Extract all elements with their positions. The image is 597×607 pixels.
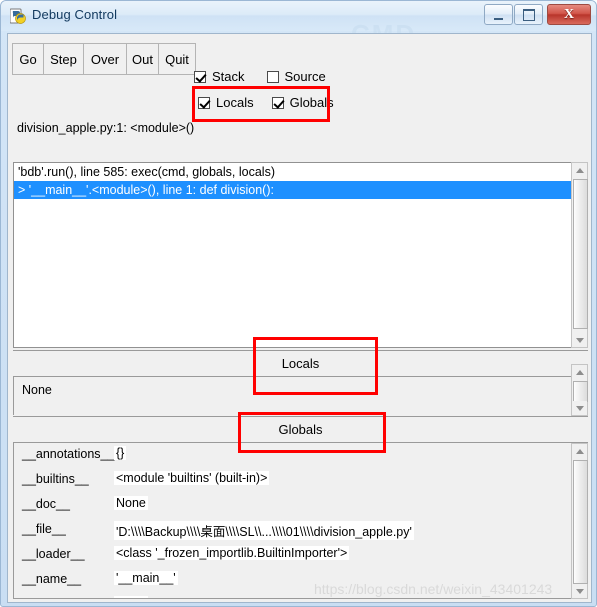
- table-row: __name__ '__main__': [14, 568, 587, 593]
- globals-name: __package__: [22, 597, 97, 598]
- globals-value: None: [114, 496, 148, 510]
- globals-value: {}: [114, 446, 127, 460]
- scroll-up-icon[interactable]: [572, 444, 587, 458]
- view-options-row-1: Stack Source: [194, 69, 340, 84]
- scrollbar-thumb[interactable]: [573, 179, 588, 329]
- globals-value: 'D:\\\\Backup\\\\桌面\\\\SL\\...\\\\01\\\\…: [114, 521, 414, 540]
- locals-value: None: [22, 383, 52, 397]
- scroll-up-icon[interactable]: [572, 365, 587, 379]
- table-row: __builtins__ <module 'builtins' (built-i…: [14, 468, 587, 493]
- step-button[interactable]: Step: [43, 43, 84, 75]
- stack-list-item-selected[interactable]: > '__main__'.<module>(), line 1: def div…: [14, 181, 587, 199]
- python-debug-icon: [9, 8, 27, 25]
- globals-name: __file__: [22, 522, 66, 536]
- quit-button[interactable]: Quit: [158, 43, 196, 75]
- maximize-button[interactable]: [514, 4, 543, 25]
- globals-pane: __annotations__ {} __builtins__ <module …: [13, 443, 588, 599]
- globals-name: __builtins__: [22, 472, 89, 486]
- current-frame-label: division_apple.py:1: <module>(): [17, 121, 195, 135]
- close-icon: X: [563, 6, 575, 22]
- title-bar: Debug Control CMD X: [1, 1, 596, 49]
- view-options-row-2: Locals Globals: [198, 95, 348, 110]
- checkbox-source-label: Source: [284, 69, 326, 84]
- debug-command-bar: Go Step Over Out Quit: [12, 43, 196, 75]
- checkbox-source-box[interactable]: [266, 70, 279, 83]
- checkbox-stack[interactable]: Stack: [194, 69, 245, 84]
- close-button[interactable]: X: [547, 4, 591, 25]
- scroll-down-icon[interactable]: [572, 401, 587, 415]
- table-row: __loader__ <class '_frozen_importlib.Bui…: [14, 543, 587, 568]
- globals-name: __name__: [22, 572, 82, 586]
- checkbox-globals-label: Globals: [289, 95, 334, 110]
- scroll-up-icon[interactable]: [572, 163, 587, 177]
- table-row: __doc__ None: [14, 493, 587, 518]
- checkbox-stack-label: Stack: [212, 69, 245, 84]
- globals-name: __annotations__: [22, 447, 115, 461]
- globals-value: <class '_frozen_importlib.BuiltinImporte…: [114, 546, 350, 560]
- checkbox-locals-label: Locals: [216, 95, 254, 110]
- checkbox-stack-box[interactable]: [194, 70, 206, 83]
- globals-scrollbar[interactable]: [571, 443, 588, 599]
- locals-pane: None: [13, 377, 588, 415]
- scroll-down-icon[interactable]: [572, 584, 587, 598]
- window-title: Debug Control: [32, 7, 118, 22]
- checkbox-globals-box[interactable]: [271, 96, 284, 109]
- table-row: __file__ 'D:\\\\Backup\\\\桌面\\\\SL\\...\…: [14, 518, 587, 543]
- globals-value: '__main__': [114, 571, 178, 585]
- locals-section-header[interactable]: Locals: [13, 350, 588, 377]
- globals-value: None: [114, 596, 148, 598]
- debug-control-window: Debug Control CMD X Go Step Over Out Qui…: [0, 0, 597, 607]
- globals-value: <module 'builtins' (built-in)>: [114, 471, 270, 485]
- go-button[interactable]: Go: [12, 43, 44, 75]
- minimize-button[interactable]: [484, 4, 513, 25]
- checkbox-source[interactable]: Source: [266, 69, 326, 84]
- checkbox-globals[interactable]: Globals: [271, 95, 334, 110]
- out-button[interactable]: Out: [126, 43, 159, 75]
- checkbox-locals[interactable]: Locals: [198, 95, 254, 110]
- locals-scrollbar[interactable]: [571, 364, 588, 416]
- client-area: Go Step Over Out Quit Stack Source Local…: [7, 33, 592, 603]
- scrollbar-thumb[interactable]: [573, 460, 588, 584]
- maximize-icon: [515, 5, 542, 24]
- scrollbar-thumb[interactable]: [573, 381, 588, 402]
- scroll-down-icon[interactable]: [572, 333, 587, 347]
- over-button[interactable]: Over: [83, 43, 127, 75]
- stack-scrollbar[interactable]: [571, 162, 588, 348]
- table-row: __annotations__ {}: [14, 443, 587, 468]
- stack-list-item[interactable]: 'bdb'.run(), line 585: exec(cmd, globals…: [14, 163, 587, 181]
- checkbox-locals-box[interactable]: [198, 96, 210, 109]
- globals-section-header[interactable]: Globals: [13, 416, 588, 443]
- minimize-icon: [485, 5, 512, 24]
- globals-name: __loader__: [22, 547, 85, 561]
- table-row: __package__ None: [14, 593, 587, 598]
- stack-listbox[interactable]: 'bdb'.run(), line 585: exec(cmd, globals…: [13, 162, 588, 348]
- globals-name: __doc__: [22, 497, 70, 511]
